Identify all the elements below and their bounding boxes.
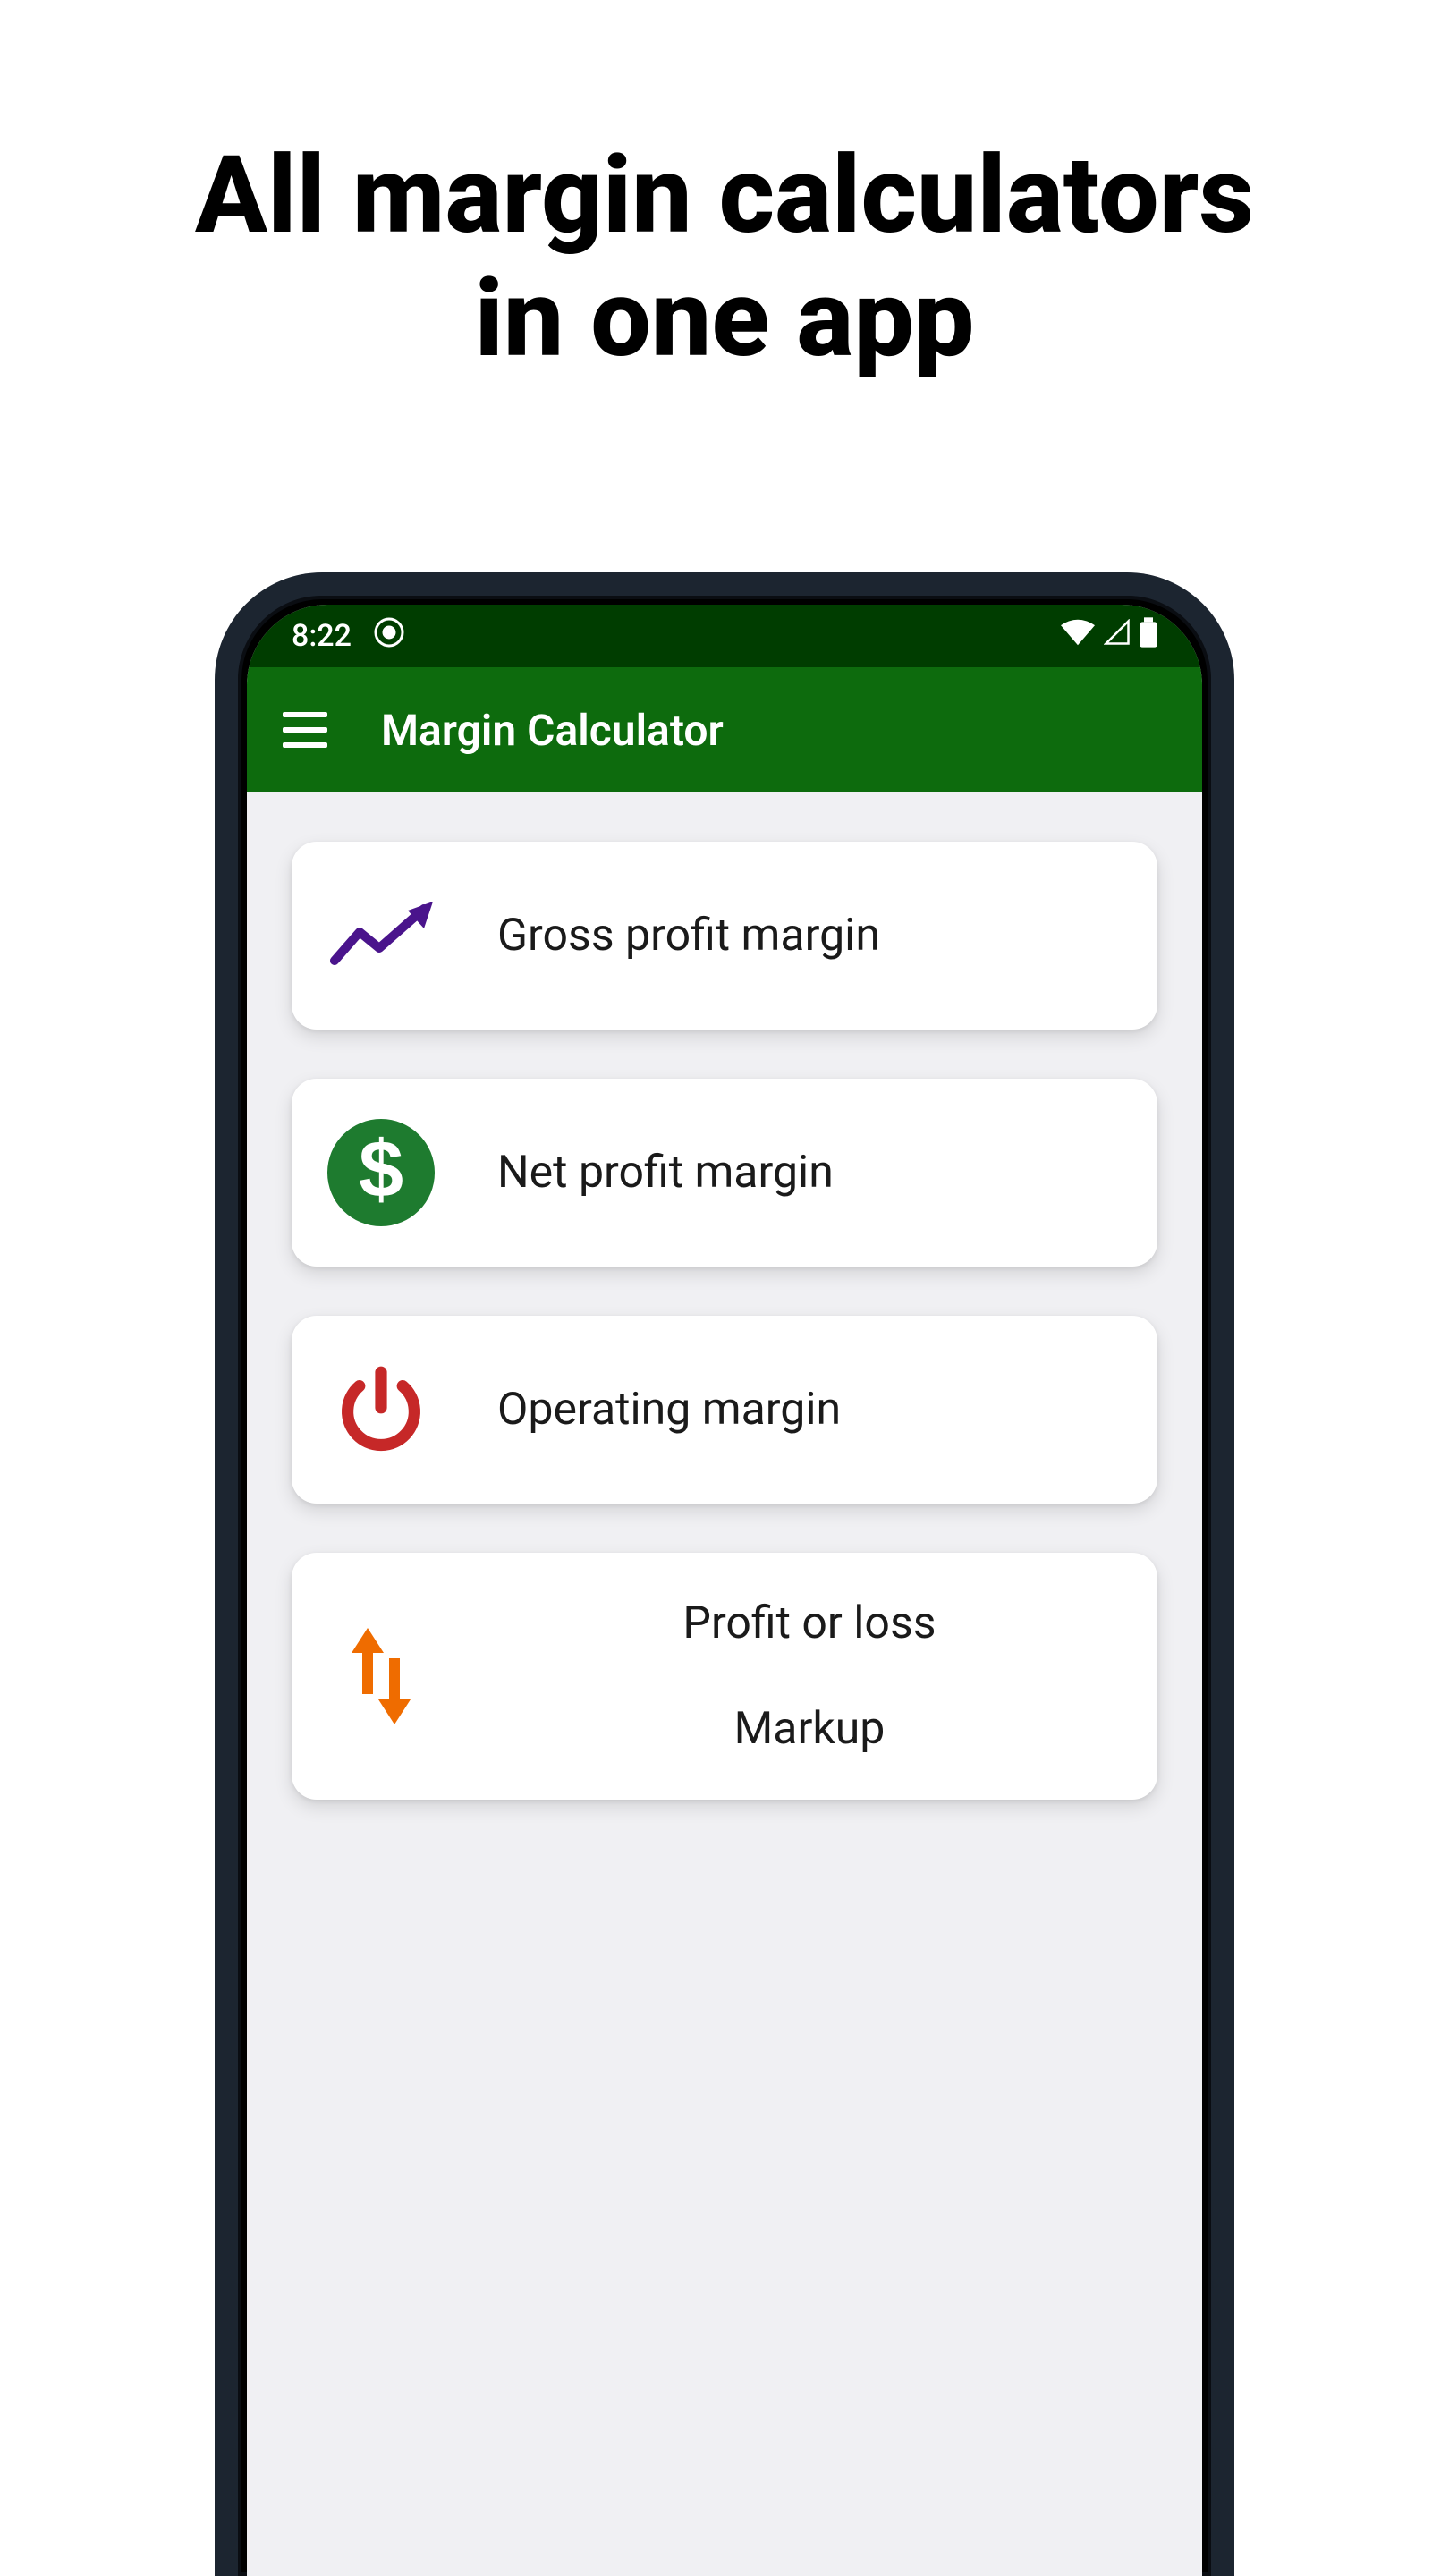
app-title: Margin Calculator: [381, 705, 724, 756]
status-bar: 8:22: [247, 605, 1202, 667]
marketing-headline: All margin calculators in one app: [0, 0, 1449, 381]
card-label-1: Profit or loss: [682, 1597, 936, 1649]
card-label-stack: Profit or loss Markup: [497, 1580, 1122, 1773]
wifi-icon: [1061, 618, 1095, 654]
card-operating-margin[interactable]: Operating margin: [292, 1316, 1157, 1504]
svg-text:$: $: [359, 1132, 403, 1213]
menu-icon[interactable]: [283, 712, 327, 748]
card-net-profit[interactable]: $ Net profit margin: [292, 1079, 1157, 1267]
headline-line2: in one app: [0, 258, 1449, 381]
card-list: Gross profit margin $ Net profit margin: [247, 792, 1202, 1849]
card-label-2: Markup: [734, 1703, 886, 1755]
status-app-icon: [373, 616, 405, 657]
status-time: 8:22: [292, 618, 352, 654]
trend-up-icon: [327, 882, 435, 989]
card-label: Net profit margin: [497, 1147, 1122, 1199]
headline-line1: All margin calculators: [0, 134, 1449, 258]
card-gross-profit[interactable]: Gross profit margin: [292, 842, 1157, 1030]
card-label: Gross profit margin: [497, 910, 1122, 962]
power-icon: [327, 1356, 435, 1463]
card-label: Operating margin: [497, 1384, 1122, 1436]
phone-screen: 8:22 Margin Calculator: [247, 605, 1202, 2576]
app-bar: Margin Calculator: [247, 667, 1202, 792]
battery-icon: [1140, 617, 1157, 656]
swap-vertical-icon: [327, 1623, 435, 1730]
dollar-badge-icon: $: [327, 1119, 435, 1226]
card-profit-loss-markup[interactable]: Profit or loss Markup: [292, 1553, 1157, 1800]
signal-icon: [1104, 618, 1131, 654]
phone-frame: 8:22 Margin Calculator: [215, 572, 1234, 2576]
